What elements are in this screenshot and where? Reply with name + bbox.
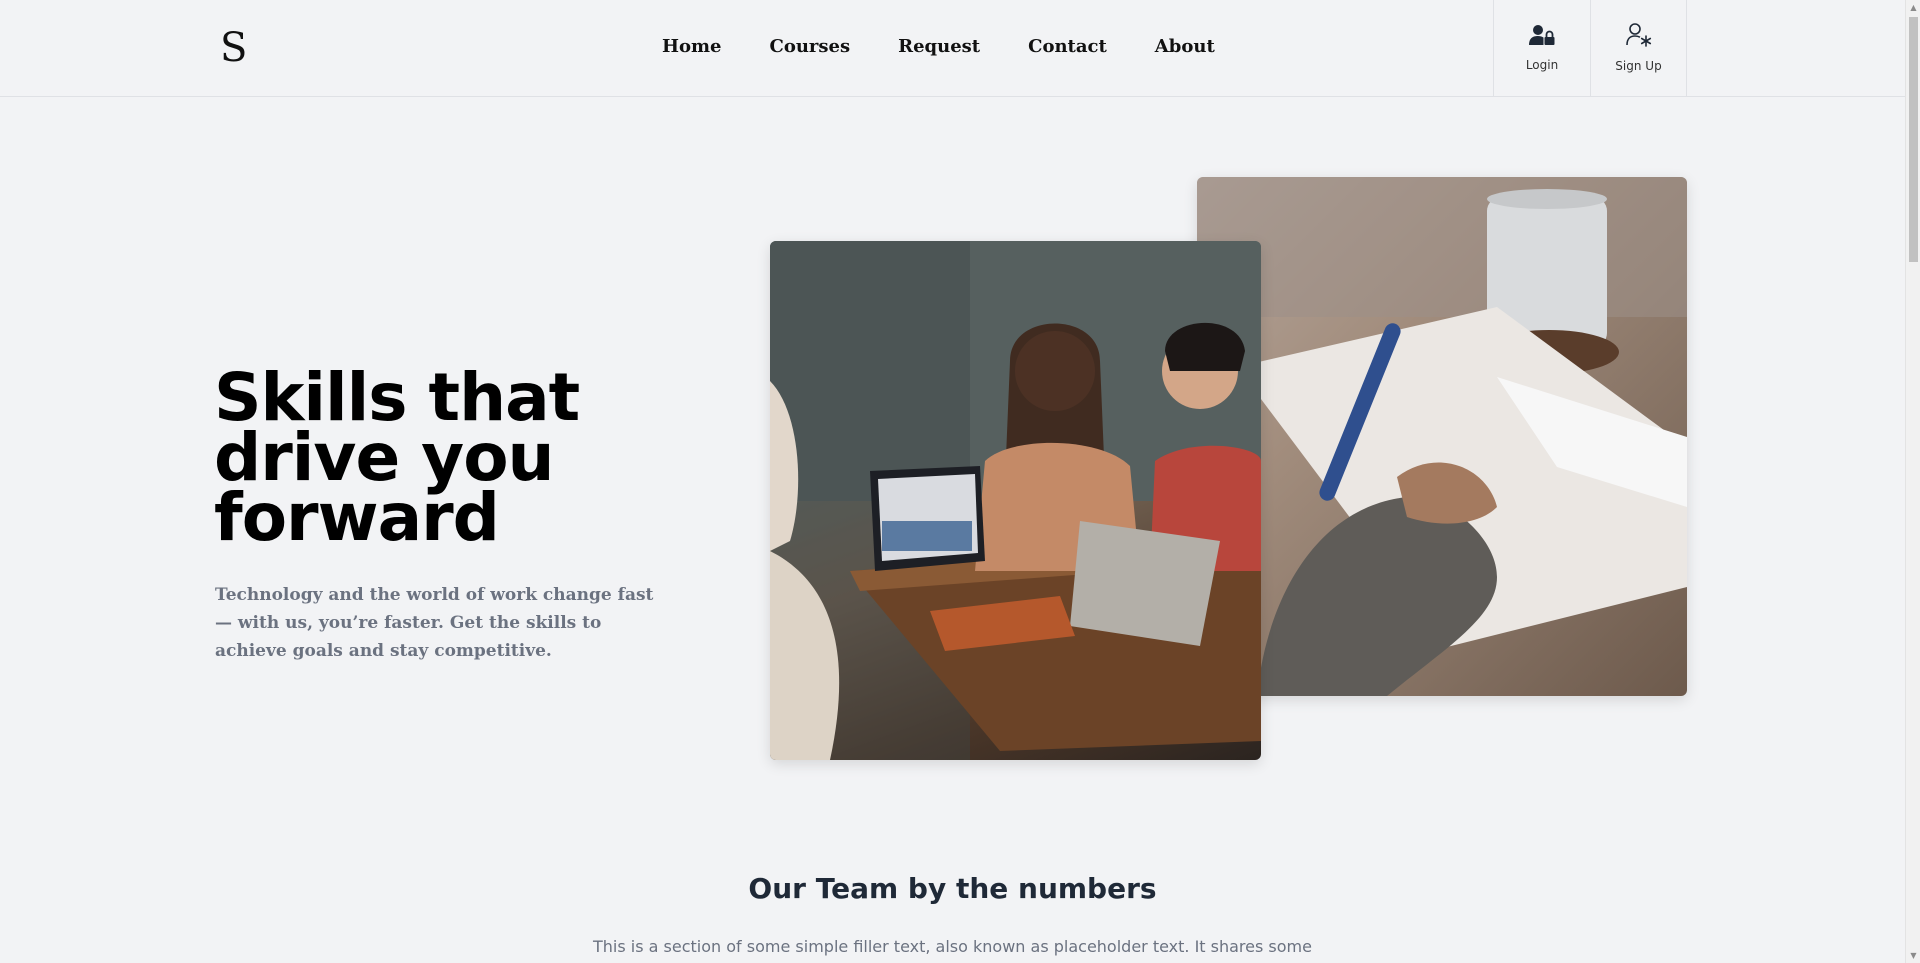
site-header: S Home Courses Request Contact About Log… [0, 0, 1905, 97]
logo[interactable]: S [220, 24, 247, 72]
login-button[interactable]: Login [1493, 0, 1590, 96]
scroll-up-icon[interactable]: ▲ [1906, 0, 1920, 15]
hero-title: Skills that drive you forward [214, 359, 580, 556]
vertical-scrollbar[interactable]: ▲ ▼ [1905, 0, 1920, 963]
nav-courses[interactable]: Courses [770, 36, 851, 57]
user-lock-icon [1529, 24, 1555, 50]
scroll-thumb[interactable] [1909, 17, 1918, 262]
nav-request[interactable]: Request [898, 36, 980, 57]
signup-button[interactable]: Sign Up [1590, 0, 1687, 96]
section-title: Our Team by the numbers [748, 872, 1157, 905]
nav-contact[interactable]: Contact [1028, 36, 1107, 57]
section-text: This is a section of some simple filler … [593, 937, 1312, 956]
login-label: Login [1525, 58, 1559, 72]
nav-about[interactable]: About [1155, 36, 1215, 57]
hero-description: Technology and the world of work change … [215, 585, 654, 661]
signup-label: Sign Up [1615, 59, 1662, 73]
nav-home[interactable]: Home [662, 36, 722, 57]
team-photo [770, 241, 1261, 760]
writing-photo [1197, 177, 1687, 696]
user-asterisk-icon [1625, 23, 1652, 51]
main-nav: Home Courses Request Contact About [662, 36, 1215, 57]
scroll-down-icon[interactable]: ▼ [1906, 948, 1920, 963]
